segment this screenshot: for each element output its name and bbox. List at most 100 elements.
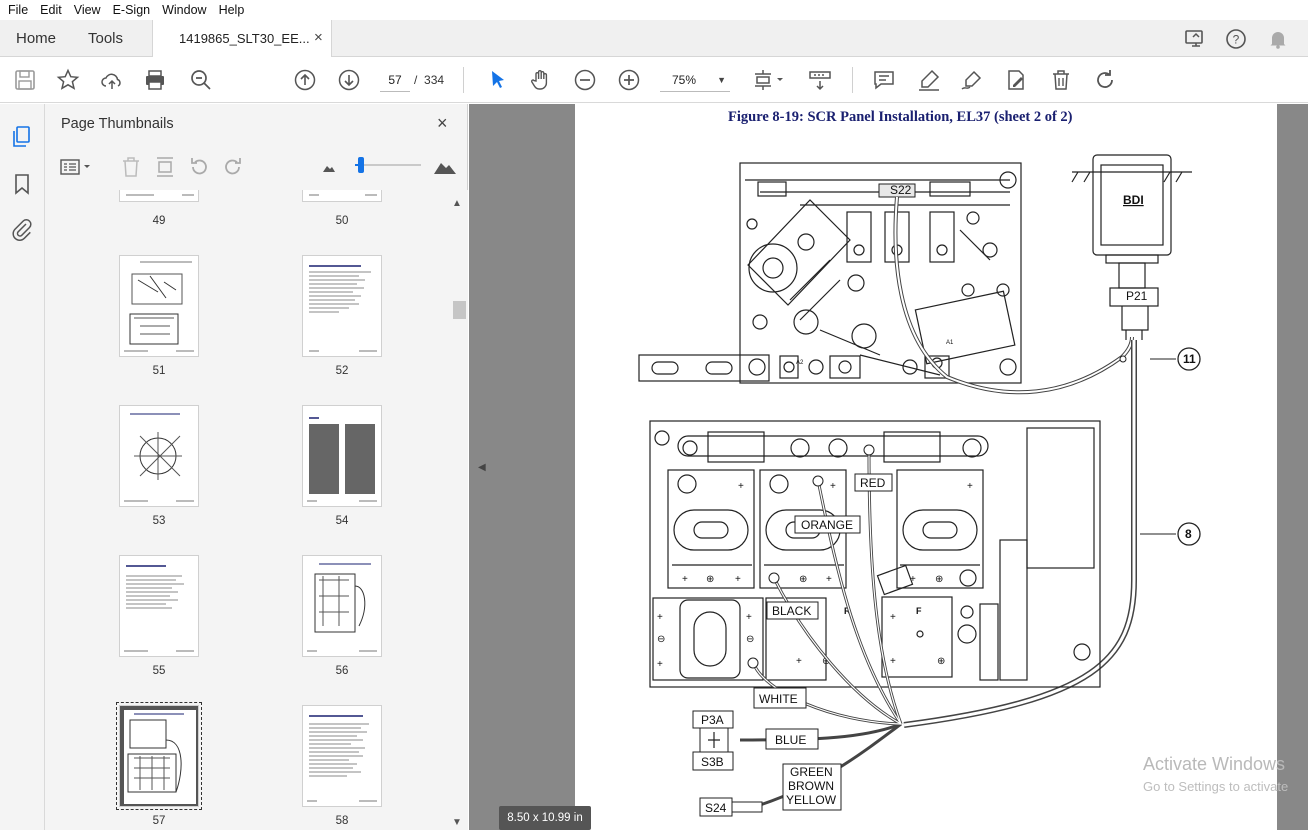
thumbnail-label: 54 xyxy=(335,515,349,527)
menu-edit[interactable]: Edit xyxy=(34,3,68,17)
activate-windows-watermark: Activate Windows xyxy=(1143,754,1286,774)
thumbnail-content xyxy=(307,715,377,802)
scroll-mode-icon[interactable] xyxy=(808,68,832,92)
menu-file[interactable]: File xyxy=(2,3,34,17)
thumbnail-page[interactable] xyxy=(302,190,382,202)
delete-page-icon[interactable] xyxy=(120,156,142,178)
thumbnail-content xyxy=(126,194,194,196)
left-rail xyxy=(0,104,45,830)
highlight-pen-icon[interactable] xyxy=(917,68,941,92)
insert-page-icon[interactable] xyxy=(154,156,176,178)
callout-11: 11 xyxy=(1183,352,1196,366)
menu-window[interactable]: Window xyxy=(156,3,212,17)
tab-home[interactable]: Home xyxy=(16,30,56,47)
menu-help[interactable]: Help xyxy=(213,3,251,17)
print-icon[interactable] xyxy=(143,68,167,92)
thumbnail-content xyxy=(124,710,196,804)
thumbnail-page[interactable] xyxy=(302,555,382,657)
zoom-in-icon[interactable] xyxy=(617,68,641,92)
collapse-panel-arrow-icon[interactable]: ◀ xyxy=(478,462,486,473)
p21-label: P21 xyxy=(1126,289,1148,303)
fit-page-icon[interactable] xyxy=(751,68,787,92)
help-icon[interactable]: ? xyxy=(1225,28,1247,50)
chevron-down-icon: ▼ xyxy=(717,75,726,85)
f-label: F xyxy=(916,606,922,616)
wire-white-label: WHITE xyxy=(759,692,798,706)
zoom-level-value: 75% xyxy=(672,73,697,87)
scroll-up-arrow-icon[interactable]: ▲ xyxy=(452,198,462,209)
thumbnail-page[interactable] xyxy=(302,705,382,807)
page-thumbnails-icon[interactable] xyxy=(10,125,34,149)
toolbar-divider xyxy=(852,67,853,93)
svg-text:+: + xyxy=(890,656,896,667)
thumbnail-scrollbar-handle[interactable] xyxy=(453,301,466,319)
scroll-down-arrow-icon[interactable]: ▼ xyxy=(452,817,462,828)
thumbnail-content xyxy=(309,194,377,196)
svg-text:+: + xyxy=(657,659,663,670)
thumbnail-page[interactable] xyxy=(119,405,199,507)
thumbnail-size-slider-handle[interactable] xyxy=(358,157,364,173)
panel-close-icon[interactable]: × xyxy=(437,113,448,134)
svg-text:⊕: ⊕ xyxy=(937,656,945,667)
next-page-icon[interactable] xyxy=(337,68,361,92)
thumbnail-page-selected[interactable] xyxy=(116,702,202,810)
thumbnail-label: 50 xyxy=(335,215,349,227)
svg-text:⊕: ⊕ xyxy=(706,574,714,585)
small-thumbnail-icon[interactable] xyxy=(322,160,336,174)
rotate-redo-icon[interactable] xyxy=(1093,68,1117,92)
thumbnail-scrollbar[interactable] xyxy=(451,190,468,830)
bookmarks-icon[interactable] xyxy=(10,172,34,196)
attachments-paperclip-icon[interactable] xyxy=(10,218,34,242)
tab-document[interactable]: 1419865_SLT30_EE... × xyxy=(152,20,332,58)
svg-text:+: + xyxy=(657,612,663,623)
thumbnail-page[interactable] xyxy=(119,255,199,357)
thumbnail-page[interactable] xyxy=(302,255,382,357)
svg-text:+: + xyxy=(735,574,741,585)
thumbnail-content xyxy=(124,413,194,502)
comment-icon[interactable] xyxy=(872,68,896,92)
zoom-search-icon[interactable] xyxy=(189,68,213,92)
draw-sign-icon[interactable] xyxy=(960,68,984,92)
select-cursor-icon[interactable] xyxy=(486,68,510,92)
page-number-input[interactable]: 57 xyxy=(380,68,410,92)
thumbnail-content xyxy=(307,563,377,652)
save-icon[interactable] xyxy=(13,68,37,92)
bookmark-star-icon[interactable] xyxy=(56,68,80,92)
rotate-clockwise-icon[interactable] xyxy=(222,156,244,178)
thumbnail-content xyxy=(309,265,377,352)
svg-text:?: ? xyxy=(1233,33,1240,47)
thumbnail-options-icon[interactable] xyxy=(59,156,95,178)
page-separator: / xyxy=(414,73,418,87)
svg-text:+: + xyxy=(746,612,752,623)
rotate-counterclockwise-icon[interactable] xyxy=(188,156,210,178)
thumbnail-page[interactable] xyxy=(119,555,199,657)
thumbnail-list: 49 50 51 52 53 54 55 56 57 58 xyxy=(45,190,450,830)
page-count: / 334 xyxy=(414,73,444,87)
bdi-label: BDI xyxy=(1123,193,1144,207)
total-pages: 334 xyxy=(424,73,445,87)
menu-bar: File Edit View E-Sign Window Help xyxy=(0,0,1308,20)
main-toolbar: 57 / 334 75% ▼ xyxy=(0,57,1308,103)
svg-text:+: + xyxy=(830,481,836,492)
thumbnail-size-slider[interactable] xyxy=(355,164,421,166)
wire-yellow-label: YELLOW xyxy=(786,793,837,807)
hand-tool-icon[interactable] xyxy=(529,68,553,92)
previous-page-icon[interactable] xyxy=(293,68,317,92)
svg-text:+: + xyxy=(910,574,916,585)
thumbnail-page[interactable] xyxy=(302,405,382,507)
tab-close-icon[interactable]: × xyxy=(314,29,323,46)
menu-view[interactable]: View xyxy=(68,3,107,17)
large-thumbnail-icon[interactable] xyxy=(433,156,457,176)
tab-tools[interactable]: Tools xyxy=(88,30,123,47)
share-screen-icon[interactable] xyxy=(1184,28,1206,50)
edit-text-icon[interactable] xyxy=(1004,68,1028,92)
menu-esign[interactable]: E-Sign xyxy=(107,3,157,17)
thumbnail-page[interactable] xyxy=(119,190,199,202)
zoom-out-icon[interactable] xyxy=(573,68,597,92)
upload-cloud-icon[interactable] xyxy=(100,68,124,92)
zoom-level-select[interactable]: 75% ▼ xyxy=(660,68,730,92)
delete-trash-icon[interactable] xyxy=(1049,68,1073,92)
notification-bell-icon[interactable] xyxy=(1267,28,1289,50)
thumbnail-label: 58 xyxy=(335,815,349,827)
thumbnail-content xyxy=(124,565,194,652)
